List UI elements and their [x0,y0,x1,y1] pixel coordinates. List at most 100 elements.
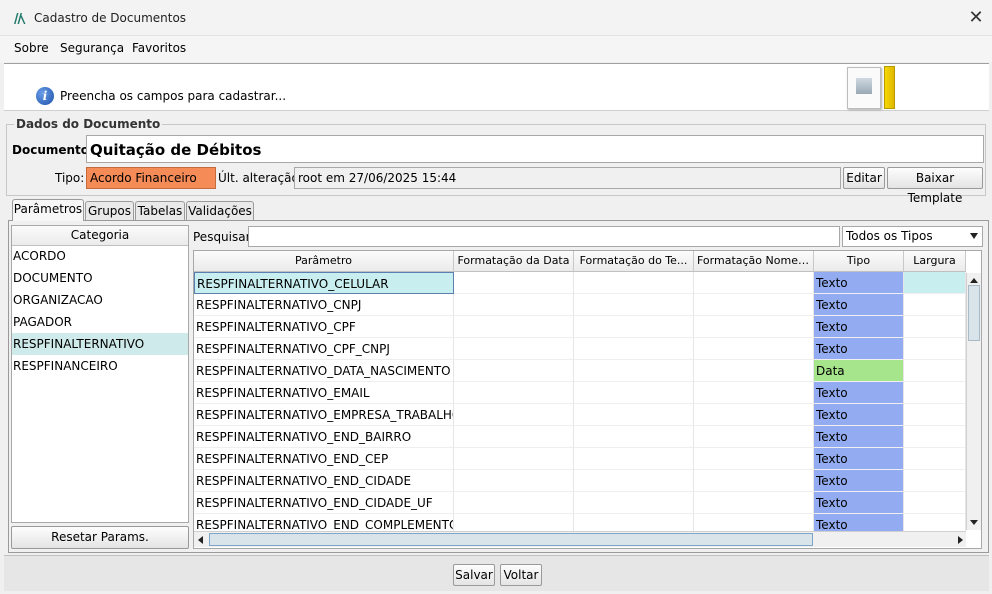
col-tipo-header[interactable]: Tipo [814,251,904,272]
col-parametro-cell[interactable]: RESPFINALTERNATIVO_END_CIDADE [194,470,454,492]
table-row[interactable]: RESPFINALTERNATIVO_EMPRESA_TRABALHO Texto [194,404,966,426]
table-row[interactable]: RESPFINALTERNATIVO_CNPJ Texto [194,294,966,316]
col-largura-cell[interactable] [904,316,966,338]
list-item[interactable]: RESPFINANCEIRO [12,355,188,377]
scroll-left-icon[interactable] [196,534,206,546]
col-formatacao-data-cell[interactable] [454,338,574,360]
col-parametro-cell[interactable]: RESPFINALTERNATIVO_CPF_CNPJ [194,338,454,360]
col-parametro-header[interactable]: Parâmetro [194,251,454,272]
col-formatacao-texto-cell[interactable] [574,404,694,426]
list-item[interactable]: ORGANIZACAO [12,289,188,311]
col-formatacao-data-cell[interactable] [454,426,574,448]
col-formatacao-texto-cell[interactable] [574,294,694,316]
table-row[interactable]: RESPFINALTERNATIVO_CPF_CNPJ Texto [194,338,966,360]
documento-field[interactable]: Quitação de Débitos [86,135,984,163]
document-preview-icon[interactable] [847,67,881,109]
list-item-selected[interactable]: RESPFINALTERNATIVO [12,333,188,355]
col-tipo-cell[interactable]: Texto [814,470,904,492]
editar-button[interactable]: Editar [843,167,885,189]
col-largura-cell[interactable] [904,404,966,426]
table-row[interactable]: RESPFINALTERNATIVO_DATA_NASCIMENTO Data [194,360,966,382]
col-tipo-cell[interactable]: Texto [814,448,904,470]
col-parametro-cell[interactable]: RESPFINALTERNATIVO_CNPJ [194,294,454,316]
col-formatacao-texto-cell[interactable] [574,360,694,382]
col-formatacao-data-cell[interactable] [454,404,574,426]
col-formatacao-nome-header[interactable]: Formatação Nome ... [694,251,814,272]
col-formatacao-nome-cell[interactable] [694,492,814,514]
col-formatacao-nome-cell[interactable] [694,338,814,360]
vertical-scroll-thumb[interactable] [968,285,980,341]
col-formatacao-nome-cell[interactable] [694,294,814,316]
col-formatacao-nome-cell[interactable] [694,470,814,492]
col-largura-cell[interactable] [904,382,966,404]
table-row[interactable]: RESPFINALTERNATIVO_END_BAIRRO Texto [194,426,966,448]
col-tipo-cell[interactable]: Data [814,360,904,382]
col-largura-cell[interactable] [904,360,966,382]
col-formatacao-nome-cell[interactable] [694,426,814,448]
list-item[interactable]: DOCUMENTO [12,267,188,289]
col-parametro-cell[interactable]: RESPFINALTERNATIVO_END_BAIRRO [194,426,454,448]
col-formatacao-texto-cell[interactable] [574,426,694,448]
col-tipo-cell[interactable]: Texto [814,404,904,426]
col-formatacao-data-cell[interactable] [454,272,574,294]
menu-sobre[interactable]: Sobre [14,41,49,55]
col-tipo-cell[interactable]: Texto [814,294,904,316]
col-parametro-cell[interactable]: RESPFINALTERNATIVO_DATA_NASCIMENTO [194,360,454,382]
col-formatacao-data-cell[interactable] [454,316,574,338]
col-parametro-cell[interactable]: RESPFINALTERNATIVO_CELULAR [194,272,454,294]
baixar-template-button[interactable]: Baixar Template [887,167,983,205]
col-largura-cell[interactable] [904,470,966,492]
col-parametro-cell[interactable]: RESPFINALTERNATIVO_END_CEP [194,448,454,470]
col-formatacao-data-cell[interactable] [454,448,574,470]
salvar-button[interactable]: Salvar [453,564,495,586]
col-formatacao-texto-header[interactable]: Formatação do Te... [574,251,694,272]
col-largura-cell[interactable] [904,426,966,448]
scroll-down-icon[interactable] [968,518,980,528]
col-tipo-cell[interactable]: Texto [814,316,904,338]
col-formatacao-texto-cell[interactable] [574,316,694,338]
col-formatacao-texto-cell[interactable] [574,470,694,492]
tipo-field[interactable]: Acordo Financeiro [86,167,216,189]
table-row[interactable]: RESPFINALTERNATIVO_END_CIDADE Texto [194,470,966,492]
list-item[interactable]: PAGADOR [12,311,188,333]
col-formatacao-texto-cell[interactable] [574,448,694,470]
col-tipo-cell[interactable]: Texto [814,272,904,294]
voltar-button[interactable]: Voltar [500,564,542,586]
table-row[interactable]: RESPFINALTERNATIVO_END_CEP Texto [194,448,966,470]
tab-grupos[interactable]: Grupos [85,201,134,220]
col-formatacao-nome-cell[interactable] [694,404,814,426]
col-tipo-cell[interactable]: Texto [814,338,904,360]
col-tipo-cell[interactable]: Texto [814,426,904,448]
col-parametro-cell[interactable]: RESPFINALTERNATIVO_EMPRESA_TRABALHO [194,404,454,426]
table-row[interactable]: RESPFINALTERNATIVO_EMAIL Texto [194,382,966,404]
col-largura-cell[interactable] [904,294,966,316]
col-formatacao-texto-cell[interactable] [574,272,694,294]
col-formatacao-nome-cell[interactable] [694,448,814,470]
tipo-filter-select[interactable]: Todos os Tipos [842,226,983,247]
menu-seguranca[interactable]: Segurança [60,41,124,55]
col-tipo-cell[interactable]: Texto [814,382,904,404]
tab-tabelas[interactable]: Tabelas [135,201,185,220]
table-row[interactable]: RESPFINALTERNATIVO_END_CIDADE_UF Texto [194,492,966,514]
col-formatacao-nome-cell[interactable] [694,360,814,382]
close-icon[interactable]: ✕ [966,8,986,28]
search-input[interactable] [248,226,840,247]
col-parametro-cell[interactable]: RESPFINALTERNATIVO_END_CIDADE_UF [194,492,454,514]
table-row[interactable]: RESPFINALTERNATIVO_CELULAR Texto [194,272,966,294]
tab-validacoes[interactable]: Validações [186,201,254,220]
col-formatacao-texto-cell[interactable] [574,382,694,404]
list-item[interactable]: ACORDO [12,245,188,267]
col-formatacao-data-cell[interactable] [454,382,574,404]
col-largura-cell[interactable] [904,492,966,514]
col-largura-header[interactable]: Largura [904,251,966,272]
col-formatacao-data-header[interactable]: Formatação da Data [454,251,574,272]
col-parametro-cell[interactable]: RESPFINALTERNATIVO_CPF [194,316,454,338]
scroll-up-icon[interactable] [968,275,980,285]
col-formatacao-nome-cell[interactable] [694,272,814,294]
col-formatacao-nome-cell[interactable] [694,382,814,404]
col-formatacao-data-cell[interactable] [454,492,574,514]
col-formatacao-texto-cell[interactable] [574,492,694,514]
col-formatacao-data-cell[interactable] [454,470,574,492]
col-largura-cell[interactable] [904,448,966,470]
tab-parametros[interactable]: Parâmetros [12,199,84,221]
